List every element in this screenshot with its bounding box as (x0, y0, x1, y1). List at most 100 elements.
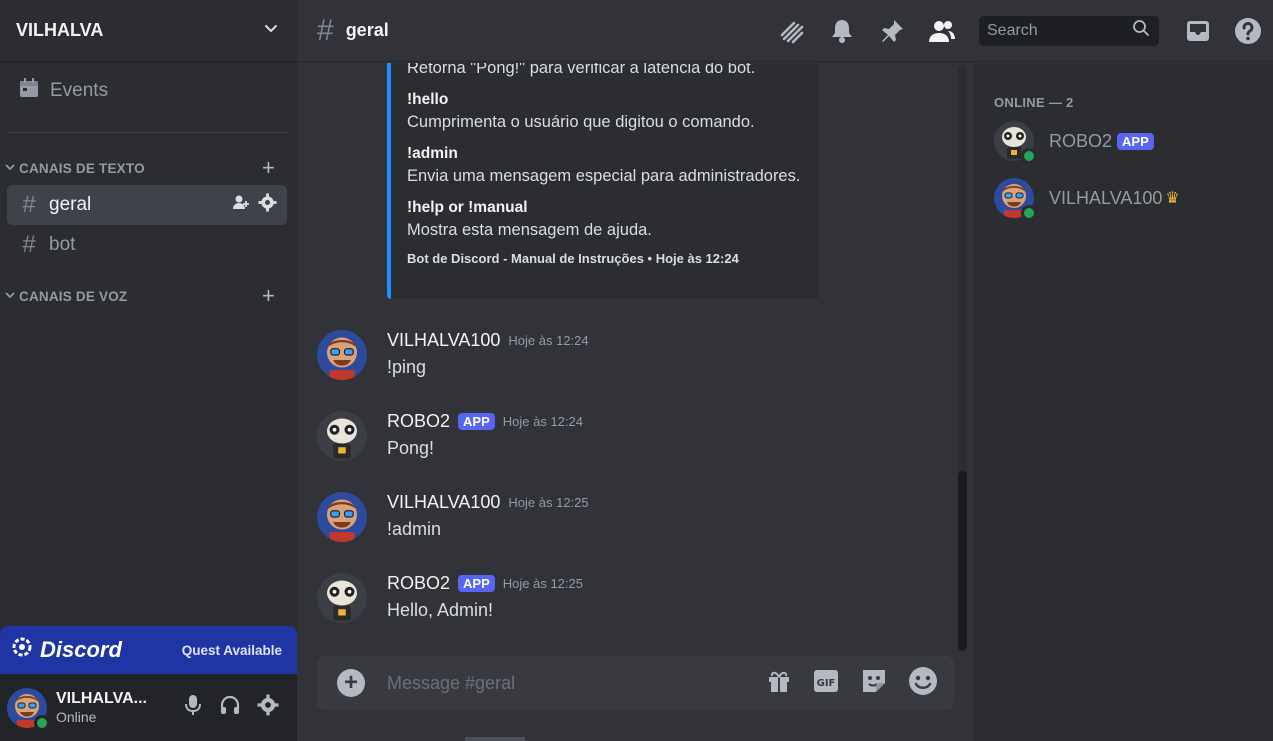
message-timestamp: Hoje às 12:25 (508, 495, 589, 510)
sticker-icon[interactable] (860, 667, 888, 700)
app-badge: APP (458, 575, 495, 592)
message-list[interactable]: Retorna "Pong!" para verificar a latênci… (297, 63, 973, 656)
pin-icon[interactable] (867, 18, 917, 44)
search-placeholder: Search (987, 21, 1038, 39)
quest-available-link[interactable]: Quest Available (182, 643, 282, 658)
chevron-down-icon (4, 161, 16, 176)
message-input[interactable]: Message #geral (387, 673, 515, 694)
inbox-icon[interactable] (1173, 18, 1223, 44)
calendar-icon (18, 77, 40, 105)
message-timestamp: Hoje às 12:24 (502, 414, 583, 429)
voice-channels-category[interactable]: CANAIS DE VOZ + (0, 279, 297, 313)
search-icon (1132, 19, 1150, 42)
help-embed: Retorna "Pong!" para verificar a latênci… (387, 63, 819, 299)
help-icon[interactable] (1223, 17, 1273, 45)
brand-text: Discord (40, 637, 122, 662)
message-item[interactable]: VILHALVA100 Hoje às 12:24 !ping (317, 330, 589, 380)
gear-icon[interactable] (258, 192, 277, 218)
member-item[interactable]: VILHALVA100 ♛ (994, 178, 1180, 221)
threads-icon[interactable] (767, 17, 817, 45)
locked-hash-icon: # (22, 231, 36, 258)
channel-header: # geral Search (297, 0, 1273, 62)
message-text: !admin (387, 519, 442, 539)
message-author[interactable]: ROBO2 (387, 573, 450, 594)
hash-icon: # (317, 13, 334, 47)
member-name: VILHALVA100 (1049, 187, 1163, 208)
member-item[interactable]: ROBO2 APP (994, 121, 1154, 164)
scrollbar-thumb[interactable] (958, 471, 967, 651)
member-group-heading: ONLINE — 2 (994, 95, 1074, 110)
message-item[interactable]: ROBO2 APP Hoje às 12:25 Hello, Admin! (317, 573, 583, 623)
online-status-dot (34, 714, 50, 731)
chevron-down-icon (4, 289, 16, 304)
channel-name: bot (49, 234, 76, 255)
online-status-dot (1021, 148, 1037, 164)
message-text: Pong! (387, 438, 435, 458)
message-author[interactable]: ROBO2 (387, 411, 450, 432)
message-text: !ping (387, 357, 427, 377)
events-item[interactable]: Events (0, 62, 297, 120)
channel-title: geral (345, 20, 389, 40)
bell-icon[interactable] (817, 18, 867, 44)
category-label: CANAIS DE TEXTO (19, 160, 145, 176)
avatar[interactable] (317, 330, 367, 380)
quest-banner[interactable]: Discord Quest Available (0, 626, 297, 674)
embed-description: Mostra esta mensagem de ajuda. (407, 221, 652, 239)
add-channel-icon[interactable]: + (262, 283, 275, 309)
gift-icon[interactable] (766, 668, 792, 699)
member-list: ONLINE — 2 ROBO2 APP VILHALVA100 ♛ (973, 63, 1273, 741)
message-timestamp: Hoje às 12:24 (508, 333, 589, 348)
quest-icon (11, 636, 33, 664)
app-badge: APP (458, 413, 495, 430)
member-name: ROBO2 (1049, 130, 1113, 151)
resize-handle[interactable] (465, 737, 525, 741)
avatar[interactable] (317, 411, 367, 461)
sidebar-item-geral[interactable]: # geral (7, 185, 287, 225)
message-timestamp: Hoje às 12:25 (502, 576, 583, 591)
avatar (994, 121, 1037, 164)
embed-command: !hello (407, 91, 449, 108)
user-status: Online (56, 709, 97, 725)
avatar[interactable] (317, 573, 367, 623)
sidebar-divider (9, 132, 288, 133)
username: VILHALVA... (56, 690, 147, 707)
avatar (994, 178, 1037, 221)
members-icon[interactable] (917, 18, 967, 44)
gear-icon[interactable] (257, 694, 279, 721)
headphones-icon[interactable] (219, 694, 241, 721)
message-author[interactable]: VILHALVA100 (387, 492, 500, 513)
channel-name: geral (49, 194, 92, 215)
hash-icon: # (22, 191, 36, 218)
message-item[interactable]: VILHALVA100 Hoje às 12:25 !admin (317, 492, 589, 542)
avatar[interactable] (317, 492, 367, 542)
server-header[interactable]: VILHALVA (0, 0, 297, 62)
events-label: Events (50, 80, 109, 101)
message-composer[interactable]: + Message #geral GIF (317, 656, 954, 710)
embed-command: !admin (407, 145, 458, 162)
embed-command: !help or !manual (407, 199, 528, 216)
chat-scrollbar[interactable] (958, 66, 967, 651)
embed-description: Envia uma mensagem especial para adminis… (407, 167, 801, 185)
avatar[interactable] (7, 687, 50, 731)
message-author[interactable]: VILHALVA100 (387, 330, 500, 351)
online-status-dot (1021, 205, 1037, 221)
embed-partial-line: Retorna "Pong!" para verificar a latênci… (407, 63, 756, 77)
text-channels-category[interactable]: CANAIS DE TEXTO + (0, 151, 297, 185)
embed-description: Cumprimenta o usuário que digitou o coma… (407, 113, 755, 131)
search-input[interactable]: Search (979, 15, 1159, 46)
category-label: CANAIS DE VOZ (19, 288, 128, 304)
add-attachment-icon[interactable]: + (337, 669, 365, 697)
embed-footer: Bot de Discord - Manual de Instruções • … (407, 251, 739, 266)
server-name: VILHALVA (16, 20, 104, 40)
microphone-icon[interactable] (183, 694, 203, 721)
emoji-icon[interactable] (908, 666, 938, 701)
chevron-down-icon[interactable] (263, 20, 279, 41)
message-item[interactable]: ROBO2 APP Hoje às 12:24 Pong! (317, 411, 583, 461)
invite-icon[interactable] (232, 193, 250, 218)
add-channel-icon[interactable]: + (262, 155, 275, 181)
gif-icon[interactable]: GIF (812, 668, 840, 699)
message-text: Hello, Admin! (387, 600, 494, 620)
crown-icon: ♛ (1165, 190, 1180, 207)
sidebar-item-bot[interactable]: # bot (7, 225, 287, 265)
app-badge: APP (1117, 132, 1154, 150)
